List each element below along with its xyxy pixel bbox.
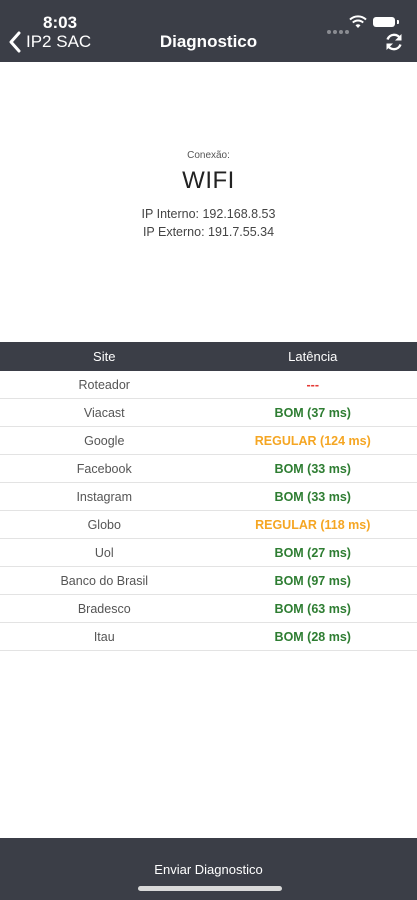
home-indicator[interactable] <box>138 886 282 891</box>
navigation-bar: 8:03 IP2 SAC Diagnostico <box>0 0 417 62</box>
table-header: Site Latência <box>0 342 417 371</box>
site-name: Itau <box>93 629 115 644</box>
table-row: Viacast BOM (37 ms) <box>0 399 417 427</box>
column-header-latency: Latência <box>288 349 338 364</box>
internal-ip: IP Interno: 192.168.8.53 <box>141 207 276 221</box>
latency-value: BOM (63 ms) <box>274 601 351 616</box>
site-name: Uol <box>94 545 114 560</box>
refresh-icon[interactable] <box>383 31 405 53</box>
latency-value: BOM (28 ms) <box>274 629 351 644</box>
site-name: Viacast <box>83 405 125 420</box>
site-name: Globo <box>87 517 121 532</box>
latency-value: BOM (27 ms) <box>274 545 351 560</box>
latency-value: --- <box>306 377 320 392</box>
table-row: Banco do Brasil BOM (97 ms) <box>0 567 417 595</box>
connection-type: WIFI <box>182 167 235 194</box>
latency-value: BOM (33 ms) <box>274 461 351 476</box>
site-name: Google <box>84 433 125 448</box>
latency-value: BOM (33 ms) <box>274 489 351 504</box>
table-row: Roteador --- <box>0 371 417 399</box>
site-name: Roteador <box>78 377 130 392</box>
latency-value: BOM (37 ms) <box>274 405 351 420</box>
send-diagnostic-button[interactable]: Enviar Diagnostico <box>0 862 417 877</box>
site-name: Facebook <box>76 461 132 476</box>
page-title: Diagnostico <box>159 32 258 51</box>
wifi-icon <box>349 15 367 28</box>
external-ip: IP Externo: 191.7.55.34 <box>142 225 275 239</box>
table-row: Globo REGULAR (118 ms) <box>0 511 417 539</box>
latency-table: Site Latência Roteador --- Viacast BOM (… <box>0 342 417 651</box>
table-row: Instagram BOM (33 ms) <box>0 483 417 511</box>
table-row: Bradesco BOM (63 ms) <box>0 595 417 623</box>
table-row: Uol BOM (27 ms) <box>0 539 417 567</box>
battery-icon <box>373 17 399 27</box>
column-header-site: Site <box>93 349 116 364</box>
connection-label: Conexão: <box>187 150 230 161</box>
site-name: Instagram <box>76 489 133 504</box>
table-row: Facebook BOM (33 ms) <box>0 455 417 483</box>
connection-info: Conexão: WIFI IP Interno: 192.168.8.53 I… <box>0 150 417 239</box>
site-name: Banco do Brasil <box>60 573 149 588</box>
latency-value: BOM (97 ms) <box>274 573 351 588</box>
table-row: Itau BOM (28 ms) <box>0 623 417 651</box>
latency-value: REGULAR (118 ms) <box>255 517 371 532</box>
site-name: Bradesco <box>77 601 131 616</box>
latency-value: REGULAR (124 ms) <box>254 433 371 448</box>
table-row: Google REGULAR (124 ms) <box>0 427 417 455</box>
